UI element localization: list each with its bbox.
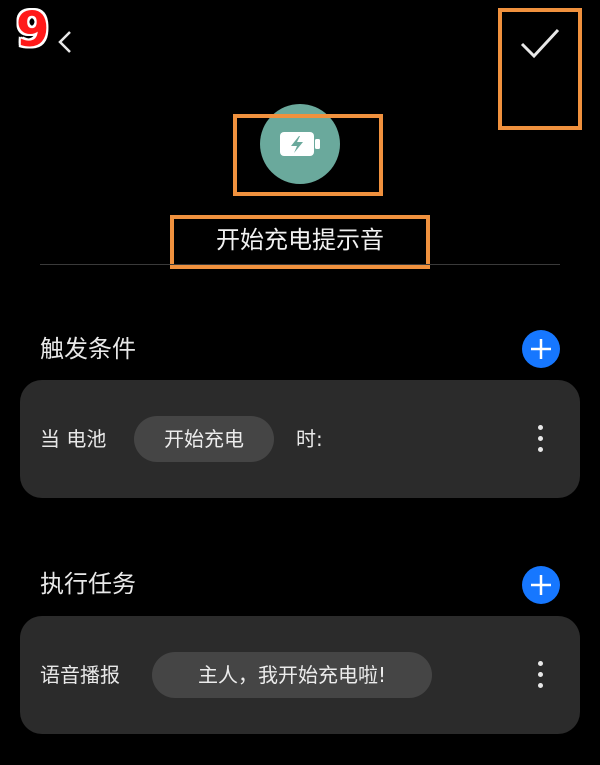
condition-value-chip[interactable]: 开始充电	[134, 416, 274, 462]
checkmark-icon	[520, 28, 560, 59]
task-card[interactable]: 语音播报 主人，我开始充电啦!	[20, 616, 580, 734]
add-task-button[interactable]	[522, 566, 560, 604]
more-dots-icon	[538, 661, 543, 666]
trigger-section-title: 触发条件	[40, 335, 136, 363]
task-value-chip[interactable]: 主人，我开始充电啦!	[152, 652, 432, 698]
scene-editor-screen: 9 开始充电提示音 触发条件 当 电池 开始充电 时: 执行任务 语音播报 主人…	[0, 0, 600, 765]
back-button[interactable]	[56, 26, 84, 58]
step-number-badge: 9	[16, 2, 50, 58]
task-more-button[interactable]	[530, 657, 550, 693]
task-label: 语音播报	[40, 663, 120, 687]
charging-battery-icon	[280, 132, 320, 156]
confirm-button[interactable]	[514, 24, 564, 64]
title-divider	[40, 264, 560, 265]
more-dot	[538, 436, 543, 441]
trigger-more-button[interactable]	[530, 421, 550, 457]
chevron-left-icon	[58, 31, 71, 53]
more-dot	[538, 447, 543, 452]
plus-icon	[531, 339, 551, 359]
plus-icon	[531, 575, 551, 595]
condition-prefix: 当 电池	[40, 427, 107, 451]
add-trigger-button[interactable]	[522, 330, 560, 368]
trigger-condition-card[interactable]: 当 电池 开始充电 时:	[20, 380, 580, 498]
more-dots-icon	[538, 425, 543, 430]
more-dot	[538, 672, 543, 677]
more-dot	[538, 683, 543, 688]
scene-title[interactable]: 开始充电提示音	[180, 220, 420, 260]
scene-icon-button[interactable]	[260, 104, 340, 184]
task-section-title: 执行任务	[40, 570, 136, 598]
condition-suffix: 时:	[296, 427, 323, 451]
